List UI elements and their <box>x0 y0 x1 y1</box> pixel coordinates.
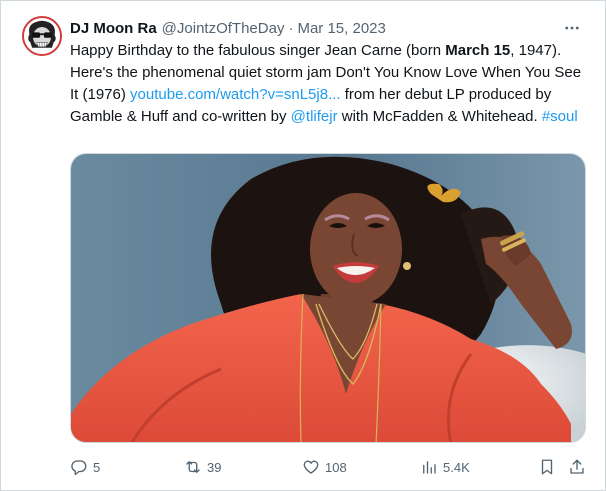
author-handle[interactable]: @JointzOfTheDay <box>162 20 285 37</box>
youtube-link[interactable]: youtube.com/watch?v=snL5j8... <box>130 86 341 103</box>
hashtag-link[interactable]: #soul <box>542 108 578 125</box>
repost-count: 39 <box>207 459 222 475</box>
like-count: 108 <box>325 459 347 475</box>
tweet-header: DJ Moon Ra @JointzOfTheDay · Mar 15, 202… <box>70 18 386 38</box>
tweet-text: Happy Birthday to the fabulous singer Je… <box>70 40 585 128</box>
repost-button[interactable]: 39 <box>184 456 221 478</box>
reply-button[interactable]: 5 <box>70 456 100 478</box>
reply-icon <box>71 460 87 476</box>
author-display-name[interactable]: DJ Moon Ra <box>70 20 157 37</box>
tweet-date[interactable]: Mar 15, 2023 <box>297 20 385 37</box>
author-avatar[interactable] <box>22 16 62 56</box>
heart-icon <box>303 460 319 474</box>
tweet-text-part: with McFadden & Whitehead. <box>337 108 542 125</box>
reply-count: 5 <box>93 459 101 475</box>
bookmark-button[interactable] <box>538 456 556 478</box>
views-button[interactable]: 5.4K <box>420 456 470 478</box>
views-chart-icon <box>423 461 436 474</box>
tweet-card[interactable]: DJ Moon Ra @JointzOfTheDay · Mar 15, 202… <box>0 0 606 491</box>
like-button[interactable]: 108 <box>302 456 347 478</box>
bookmark-icon <box>541 459 553 475</box>
tweet-actions: 5 39 108 5.4K <box>70 456 588 478</box>
more-options-button[interactable] <box>561 17 583 39</box>
views-count: 5.4K <box>443 459 470 475</box>
mention-link[interactable]: @tlifejr <box>291 108 338 125</box>
share-button[interactable] <box>568 456 586 478</box>
share-icon <box>570 459 584 474</box>
tweet-text-bold-date: March 15 <box>445 42 511 59</box>
tweet-text-part: Happy Birthday to the fabulous singer Je… <box>70 42 446 59</box>
tweet-media-photo[interactable] <box>70 153 586 443</box>
photo-woman-red-blouse <box>71 154 585 442</box>
more-dots-icon <box>565 26 579 30</box>
skull-avatar-icon <box>24 18 60 54</box>
repost-icon <box>186 461 200 473</box>
header-separator: · <box>288 19 294 37</box>
